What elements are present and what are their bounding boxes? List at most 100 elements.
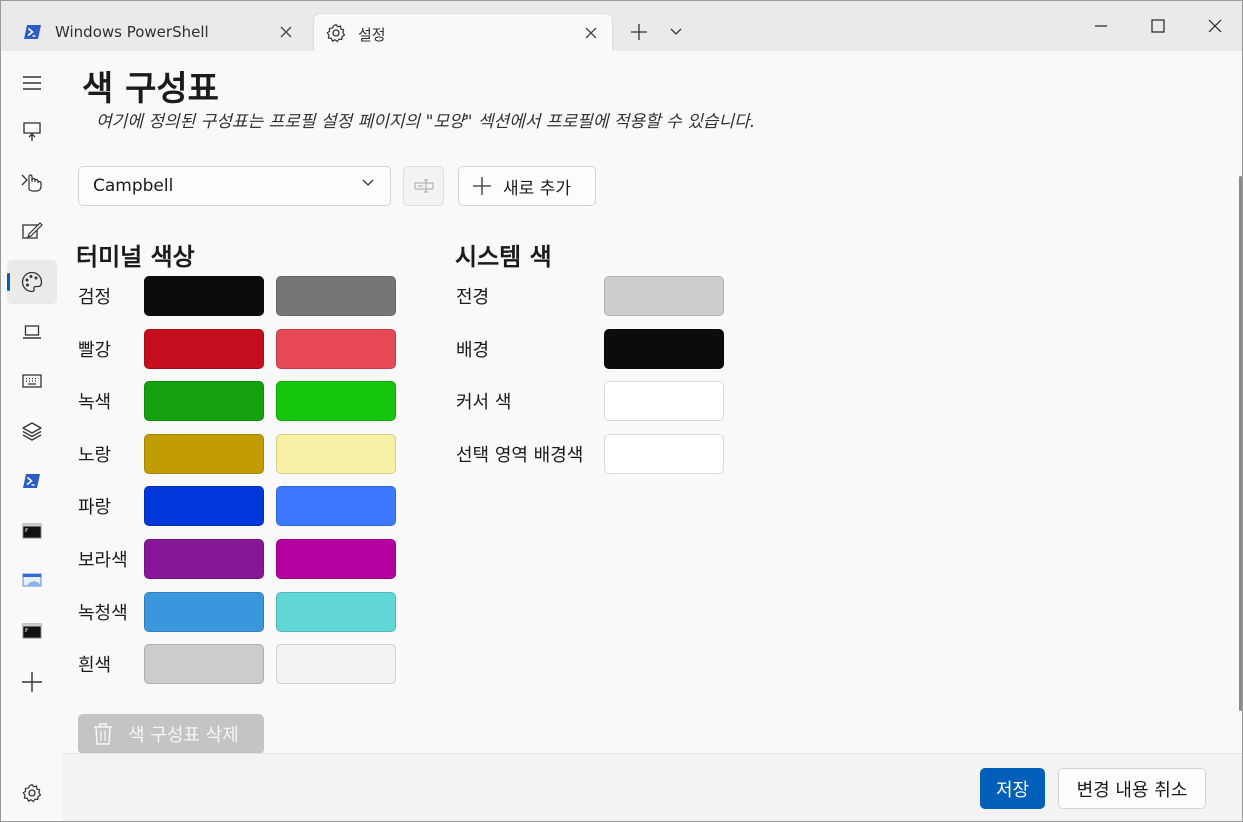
chevron-down-icon <box>670 28 682 35</box>
minimize-icon <box>1095 25 1107 27</box>
tab-settings[interactable]: 설정 <box>313 13 613 51</box>
terminal-color-label: 흰색 <box>78 655 112 676</box>
close-icon <box>1208 19 1222 33</box>
tab-label: Windows PowerShell <box>55 23 209 41</box>
appearance-icon <box>22 222 43 239</box>
command-prompt-icon <box>22 523 42 539</box>
system-color-swatch[interactable] <box>604 434 724 474</box>
color-swatch-normal[interactable] <box>144 644 264 684</box>
color-swatch-bright[interactable] <box>276 486 396 526</box>
terminal-color-label: 검정 <box>78 287 112 308</box>
nav-color-schemes[interactable] <box>7 260 57 304</box>
rename-icon <box>413 179 434 193</box>
nav-appearance[interactable] <box>7 209 57 253</box>
color-swatch-bright[interactable] <box>276 381 396 421</box>
keyboard-icon <box>22 374 42 388</box>
selected-scheme: Campbell <box>93 176 174 196</box>
hamburger-icon <box>23 76 41 90</box>
discard-changes-button[interactable]: 변경 내용 취소 <box>1058 768 1206 809</box>
layers-icon <box>22 422 42 441</box>
navigation-rail <box>1 51 63 821</box>
color-swatch-bright[interactable] <box>276 276 396 316</box>
color-swatch-bright[interactable] <box>276 329 396 369</box>
plus-icon <box>473 177 491 195</box>
interaction-icon <box>21 174 42 192</box>
color-scheme-dropdown[interactable]: Campbell <box>78 166 391 206</box>
gear-icon <box>326 23 346 43</box>
nav-startup[interactable] <box>7 110 57 154</box>
color-swatch-bright[interactable] <box>276 592 396 632</box>
chevron-down-icon <box>362 179 374 186</box>
delete-scheme-label: 색 구성표 삭제 <box>128 725 239 746</box>
close-tab-icon[interactable] <box>277 23 295 41</box>
tab-windows-powershell[interactable]: Windows PowerShell <box>11 13 307 51</box>
maximize-icon <box>1151 19 1165 33</box>
terminal-color-label: 녹색 <box>78 392 112 413</box>
delete-scheme-button[interactable]: 색 구성표 삭제 <box>78 714 264 753</box>
system-colors-heading: 시스템 색 <box>455 243 552 271</box>
footer-bar: 저장 변경 내용 취소 <box>63 753 1242 821</box>
terminal-colors-heading: 터미널 색상 <box>76 243 195 271</box>
nav-actions[interactable] <box>7 359 57 403</box>
color-swatch-normal[interactable] <box>144 381 264 421</box>
nav-profile-developer-cmd[interactable] <box>7 609 57 653</box>
terminal-color-label: 빨강 <box>78 340 112 361</box>
laptop-icon <box>23 325 41 339</box>
terminal-color-label: 보라색 <box>78 550 128 571</box>
terminal-window: Windows PowerShell 설정 색 구성표 여기에 정의된 구성표는… <box>0 0 1243 822</box>
terminal-color-label: 파랑 <box>78 497 112 518</box>
nav-interaction[interactable] <box>7 159 57 203</box>
add-new-label: 새로 추가 <box>503 178 571 199</box>
powershell-icon <box>23 474 40 488</box>
system-color-label: 커서 색 <box>456 392 512 413</box>
scrollbar[interactable] <box>1239 176 1242 711</box>
color-swatch-normal[interactable] <box>144 276 264 316</box>
close-window-button[interactable] <box>1192 7 1238 45</box>
maximize-button[interactable] <box>1135 7 1181 45</box>
hamburger-menu-button[interactable] <box>7 61 57 105</box>
system-color-swatch[interactable] <box>604 276 724 316</box>
open-settings-button[interactable] <box>7 771 57 815</box>
nav-defaults[interactable] <box>7 409 57 453</box>
command-prompt-icon <box>22 623 42 639</box>
plus-icon <box>22 672 42 692</box>
nav-profile-powershell[interactable] <box>7 459 57 503</box>
add-profile-button[interactable] <box>7 660 57 704</box>
palette-icon <box>21 271 43 293</box>
page-description: 여기에 정의된 구성표는 프로필 설정 페이지의 "모양" 섹션에서 프로필에 … <box>96 112 756 132</box>
color-swatch-normal[interactable] <box>144 329 264 369</box>
color-swatch-normal[interactable] <box>144 434 264 474</box>
color-swatch-bright[interactable] <box>276 539 396 579</box>
nav-rendering[interactable] <box>7 310 57 354</box>
nav-profile-command-prompt[interactable] <box>7 509 57 553</box>
color-swatch-normal[interactable] <box>144 592 264 632</box>
gear-icon <box>22 783 42 803</box>
color-swatch-normal[interactable] <box>144 486 264 526</box>
save-button[interactable]: 저장 <box>980 768 1045 809</box>
page-title: 색 구성표 <box>82 69 219 109</box>
powershell-icon <box>23 22 43 42</box>
trash-icon <box>94 723 112 745</box>
terminal-color-label: 녹청색 <box>78 603 128 624</box>
tab-dropdown-button[interactable] <box>660 15 692 49</box>
settings-content: 색 구성표 여기에 정의된 구성표는 프로필 설정 페이지의 "모양" 섹션에서… <box>63 51 1242 753</box>
add-new-button[interactable]: 새로 추가 <box>458 166 596 206</box>
new-tab-button[interactable] <box>623 15 655 49</box>
color-swatch-bright[interactable] <box>276 434 396 474</box>
startup-icon <box>23 122 41 141</box>
color-swatch-normal[interactable] <box>144 539 264 579</box>
system-color-label: 전경 <box>456 287 490 308</box>
azure-cloud-shell-icon <box>22 573 42 587</box>
close-tab-icon[interactable] <box>582 24 600 42</box>
tab-label: 설정 <box>358 26 386 44</box>
system-color-swatch[interactable] <box>604 329 724 369</box>
color-swatch-bright[interactable] <box>276 644 396 684</box>
minimize-button[interactable] <box>1078 7 1124 45</box>
system-color-swatch[interactable] <box>604 381 724 421</box>
title-bar: Windows PowerShell 설정 <box>1 1 1242 51</box>
system-color-label: 선택 영역 배경색 <box>456 445 584 466</box>
system-color-label: 배경 <box>456 340 490 361</box>
rename-scheme-button[interactable] <box>403 166 444 206</box>
terminal-color-label: 노랑 <box>78 445 112 466</box>
nav-profile-azure[interactable] <box>7 559 57 603</box>
